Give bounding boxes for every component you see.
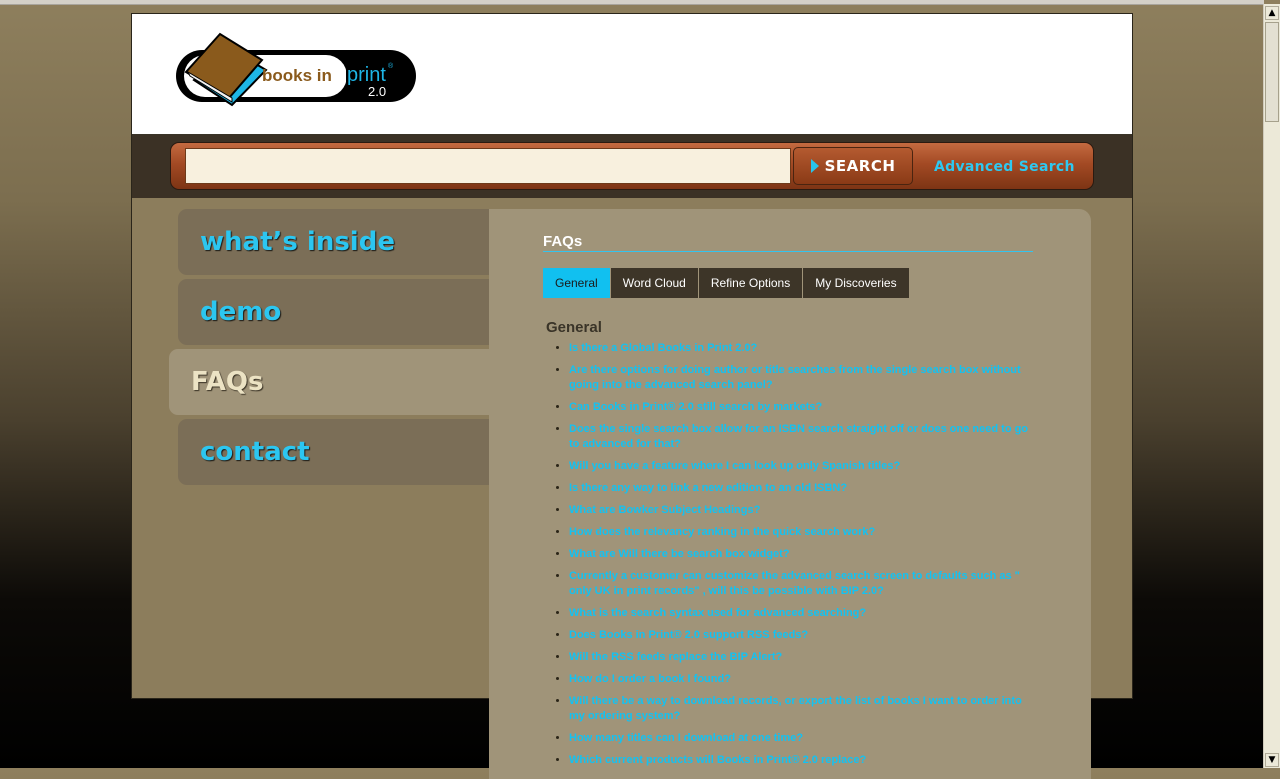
list-item: How many titles can I download at one ti… — [569, 731, 1029, 746]
faq-link[interactable]: Will the RSS feeds replace the BIP Alert… — [569, 651, 782, 663]
tab-refine-options[interactable]: Refine Options — [698, 268, 804, 298]
nav-item-whats-inside[interactable]: what’s inside — [178, 209, 489, 275]
list-item: Is there any way to link a new edition t… — [569, 481, 1029, 496]
faq-link[interactable]: Will there be a way to download records,… — [569, 695, 1022, 722]
list-item: Which current products will Books in Pri… — [569, 753, 1029, 768]
tab-my-discoveries[interactable]: My Discoveries — [803, 268, 910, 298]
list-item: Does the single search box allow for an … — [569, 422, 1029, 452]
logo-version-text: 2.0 — [368, 84, 386, 99]
scroll-up-arrow-icon[interactable]: ▲ — [1265, 6, 1279, 20]
faq-title: FAQs — [543, 233, 1033, 252]
faq-link[interactable]: Currently a customer can customize the a… — [569, 570, 1020, 597]
faq-link[interactable]: Can Books in Print® 2.0 still search by … — [569, 401, 822, 413]
list-item: Currently a customer can customize the a… — [569, 569, 1029, 599]
faq-link[interactable]: How does the relevancy ranking in the qu… — [569, 526, 875, 538]
faq-link[interactable]: Does Books in Print® 2.0 support RSS fee… — [569, 629, 808, 641]
list-item: Is there a Global Books in Print 2.0? — [569, 341, 1029, 356]
vertical-scrollbar[interactable]: ▲ ▼ — [1263, 4, 1280, 768]
nav-item-contact[interactable]: contact — [178, 419, 489, 485]
list-item: Can Books in Print® 2.0 still search by … — [569, 400, 1029, 415]
list-item: What are Will there be search box widget… — [569, 547, 1029, 562]
faq-link[interactable]: How many titles can I download at one ti… — [569, 732, 803, 744]
play-arrow-icon — [810, 159, 819, 173]
nav-item-demo[interactable]: demo — [178, 279, 489, 345]
advanced-search-link[interactable]: Advanced Search — [934, 143, 1075, 191]
tab-word-cloud[interactable]: Word Cloud — [610, 268, 699, 298]
list-item: Will the RSS feeds replace the BIP Alert… — [569, 650, 1029, 665]
browser-top-edge — [0, 0, 1264, 5]
faq-link[interactable]: What are Bowker Subject Headings? — [569, 504, 760, 516]
search-button[interactable]: SEARCH — [793, 147, 913, 185]
logo-print-text: print — [347, 64, 386, 86]
faq-link[interactable]: How do I order a book I found? — [569, 673, 731, 685]
search-input[interactable] — [185, 148, 791, 184]
faq-link[interactable]: What is the search syntax used for advan… — [569, 607, 866, 619]
list-item: Are there options for doing author or ti… — [569, 363, 1029, 393]
faq-link[interactable]: Which current products will Books in Pri… — [569, 754, 866, 766]
faq-link[interactable]: What are Will there be search box widget… — [569, 548, 790, 560]
faq-panel: FAQs General Word Cloud Refine Options M… — [489, 209, 1091, 779]
list-item: What are Bowker Subject Headings? — [569, 503, 1029, 518]
faq-link[interactable]: Will you have a feature where I can look… — [569, 460, 900, 472]
list-item: How do I order a book I found? — [569, 672, 1029, 687]
logo-registered-text: ® — [388, 62, 394, 70]
section-heading-general: General — [546, 319, 602, 336]
scrollbar-thumb[interactable] — [1265, 22, 1279, 122]
list-item: Will you have a feature where I can look… — [569, 459, 1029, 474]
scroll-down-arrow-icon[interactable]: ▼ — [1265, 753, 1279, 767]
faq-link[interactable]: Is there a Global Books in Print 2.0? — [569, 342, 757, 354]
nav-item-faqs[interactable]: FAQs — [169, 349, 491, 415]
list-item: Will there be a way to download records,… — [569, 694, 1029, 724]
logo-books-text: books in — [262, 66, 332, 85]
list-item: How does the relevancy ranking in the qu… — [569, 525, 1029, 540]
search-bar: SEARCH Advanced Search — [170, 142, 1094, 190]
faq-link[interactable]: Is there any way to link a new edition t… — [569, 482, 847, 494]
faq-tabs: General Word Cloud Refine Options My Dis… — [543, 268, 910, 298]
books-in-print-logo[interactable]: books in print ® 2.0 — [174, 30, 419, 108]
list-item: Does Books in Print® 2.0 support RSS fee… — [569, 628, 1029, 643]
faq-list: Is there a Global Books in Print 2.0? Ar… — [546, 341, 1029, 775]
tab-general[interactable]: General — [543, 268, 611, 298]
list-item: What is the search syntax used for advan… — [569, 606, 1029, 621]
site-header: books in print ® 2.0 — [132, 14, 1132, 135]
faq-link[interactable]: Are there options for doing author or ti… — [569, 364, 1021, 391]
search-band: SEARCH Advanced Search — [132, 135, 1132, 198]
search-button-label: SEARCH — [824, 157, 896, 175]
faq-link[interactable]: Does the single search box allow for an … — [569, 423, 1028, 450]
